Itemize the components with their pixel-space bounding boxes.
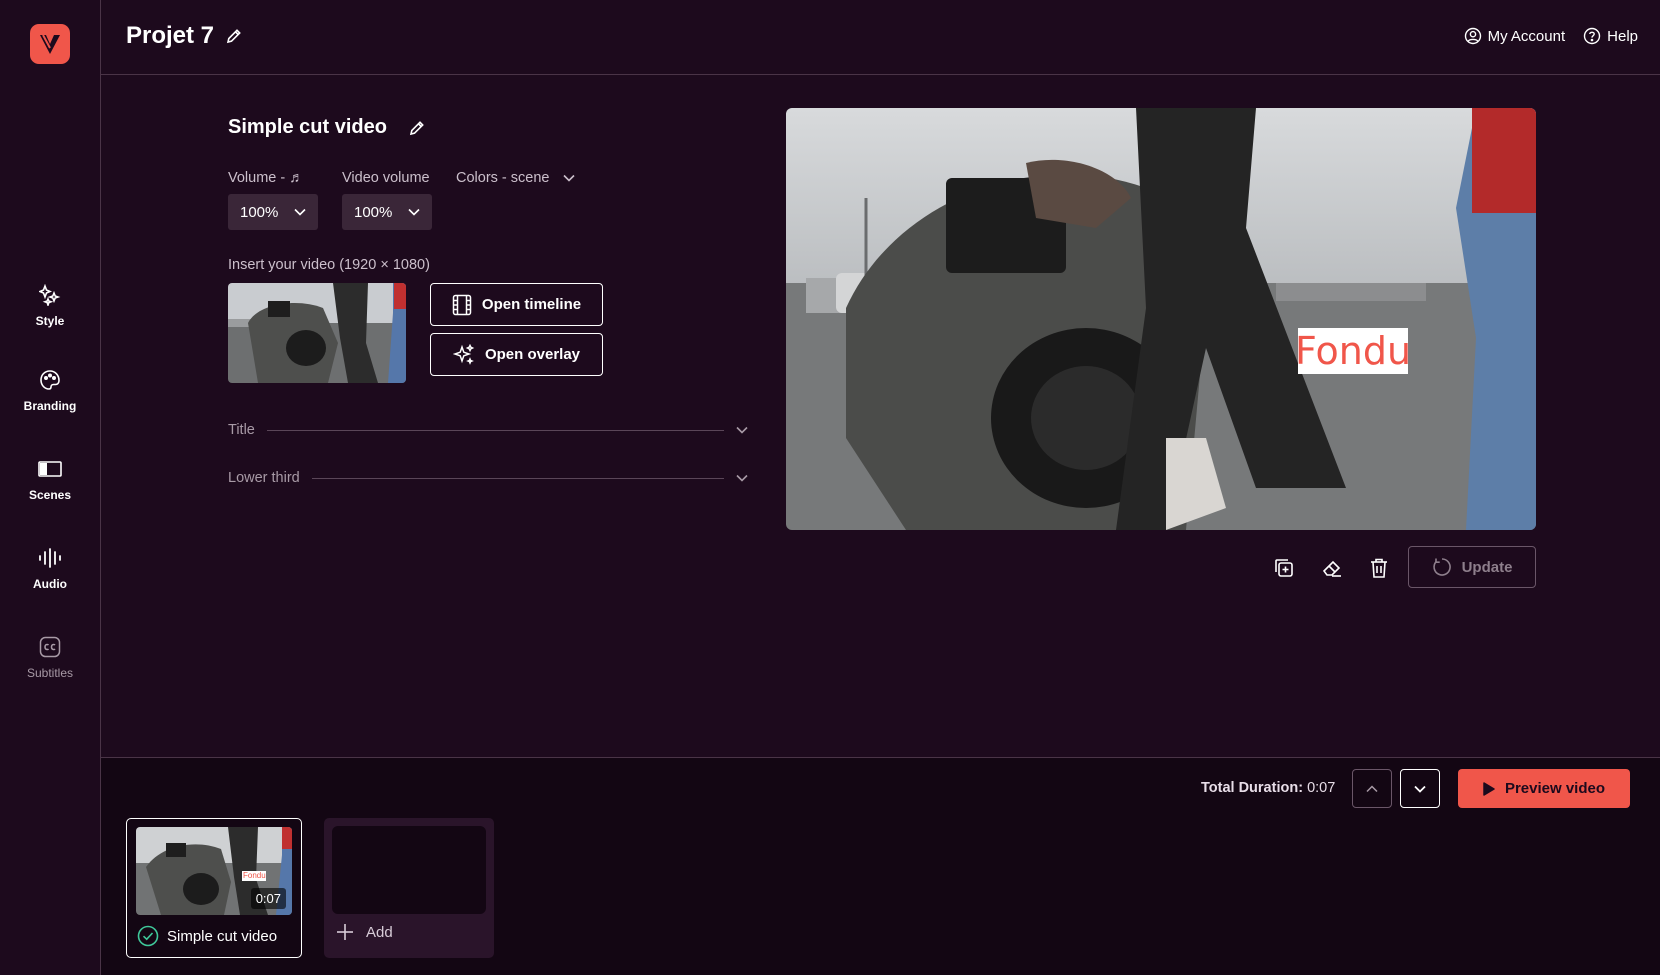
audio-wave-icon <box>37 545 63 571</box>
check-circle-icon <box>137 925 159 947</box>
total-duration-label: Total Duration: <box>1201 780 1304 796</box>
logo-mark-icon <box>40 34 60 54</box>
video-frame <box>786 108 1536 530</box>
video-thumbnail[interactable] <box>228 283 406 383</box>
sidebar-item-branding[interactable]: Branding <box>0 367 100 429</box>
duplicate-icon[interactable] <box>1271 555 1297 581</box>
scene-card[interactable]: Fondu 0:07 Simple cut video <box>126 818 302 958</box>
my-account-link[interactable]: My Account <box>1464 27 1566 45</box>
scenes-icon <box>37 456 63 482</box>
colors-scene-label: Colors - scene <box>456 170 550 186</box>
scene-thumbnail: Fondu 0:07 <box>136 827 292 915</box>
accordion-lower-third-label: Lower third <box>228 470 300 486</box>
open-overlay-label: Open overlay <box>484 346 581 363</box>
add-scene-placeholder <box>332 826 486 914</box>
edit-project-title-icon[interactable] <box>225 27 243 50</box>
user-circle-icon <box>1464 27 1481 45</box>
update-label: Update <box>1461 558 1513 576</box>
video-volume-value: 100% <box>354 203 393 221</box>
chevron-down-icon <box>736 426 748 434</box>
scene-card-label: Simple cut video <box>167 927 278 945</box>
add-scene-card[interactable]: Add <box>324 818 494 958</box>
refresh-icon <box>1432 558 1451 576</box>
scene-thumb-overlay-text: Fondu <box>243 871 266 880</box>
divider <box>266 429 724 431</box>
accordion-title-label: Title <box>228 422 255 438</box>
chevron-down-icon <box>736 474 748 482</box>
overlay-text: Fondu <box>1294 329 1412 373</box>
update-button[interactable]: Update <box>1408 546 1536 588</box>
move-up-button[interactable] <box>1352 769 1392 808</box>
top-links: My Account Help <box>1464 27 1638 45</box>
open-timeline-button[interactable]: Open timeline <box>430 283 603 326</box>
preview-video-label: Preview video <box>1504 780 1606 797</box>
sparkle-icon <box>452 343 475 365</box>
preview-video-button[interactable]: Preview video <box>1458 769 1630 808</box>
total-duration: Total Duration: 0:07 <box>1201 780 1335 796</box>
chevron-up-icon <box>1366 784 1378 792</box>
sidebar-item-audio[interactable]: Audio <box>0 545 100 607</box>
add-scene-button[interactable]: Add <box>336 923 393 941</box>
open-overlay-button[interactable]: Open overlay <box>430 333 603 376</box>
scene-title: Simple cut video <box>228 116 387 138</box>
sparkles-icon <box>37 282 63 308</box>
sidebar-item-label: Style <box>35 314 65 328</box>
video-volume-label: Video volume <box>342 170 430 186</box>
my-account-label: My Account <box>1487 27 1566 45</box>
video-volume-select[interactable]: 100% <box>342 194 432 230</box>
accordion-title[interactable]: Title <box>228 419 748 441</box>
duration-badge: 0:07 <box>250 888 286 909</box>
chevron-down-icon <box>563 174 576 182</box>
sidebar-item-style[interactable]: Style <box>0 282 100 344</box>
help-circle-icon <box>1583 27 1601 45</box>
trash-icon[interactable] <box>1366 555 1392 581</box>
help-link[interactable]: Help <box>1583 27 1638 45</box>
app-logo[interactable] <box>30 24 70 64</box>
colors-scene-dropdown[interactable]: Colors - scene <box>456 170 576 186</box>
edit-scene-title-icon[interactable] <box>408 119 426 142</box>
sidebar: Style Branding Scenes Audio Subtitles <box>0 0 101 975</box>
chevron-down-icon <box>1414 785 1426 793</box>
project-title: Projet 7 <box>126 22 215 49</box>
cc-icon <box>37 634 63 660</box>
accordion-lower-third[interactable]: Lower third <box>228 467 748 489</box>
help-label: Help <box>1607 27 1638 45</box>
sidebar-item-scenes[interactable]: Scenes <box>0 456 100 518</box>
sidebar-item-subtitles[interactable]: Subtitles <box>0 634 100 696</box>
volume-label: Volume - ♬ <box>228 170 304 186</box>
scene-card-name: Simple cut video <box>137 925 277 947</box>
plus-icon <box>337 924 353 940</box>
play-icon <box>1483 781 1495 796</box>
palette-icon <box>37 367 63 393</box>
eraser-icon[interactable] <box>1319 555 1345 581</box>
video-preview[interactable]: Fondu <box>786 108 1536 530</box>
chevron-down-icon <box>408 208 420 216</box>
volume-select[interactable]: 100% <box>228 194 318 230</box>
insert-video-label: Insert your video (1920 × 1080) <box>228 257 430 273</box>
divider <box>311 477 724 479</box>
sidebar-item-label: Audio <box>33 577 67 591</box>
sidebar-item-label: Subtitles <box>26 666 74 680</box>
overlay-text-box[interactable]: Fondu <box>1294 328 1412 374</box>
chevron-down-icon <box>294 208 306 216</box>
add-scene-label: Add <box>366 923 393 941</box>
total-duration-value: 0:07 <box>1307 780 1336 796</box>
sidebar-item-label: Scenes <box>28 488 72 502</box>
film-icon <box>452 294 472 315</box>
move-down-button[interactable] <box>1400 769 1440 808</box>
volume-value: 100% <box>240 203 279 221</box>
sidebar-item-label: Branding <box>23 399 77 413</box>
open-timeline-label: Open timeline <box>481 296 582 313</box>
top-bar: Projet 7 My Account Help <box>101 0 1660 75</box>
